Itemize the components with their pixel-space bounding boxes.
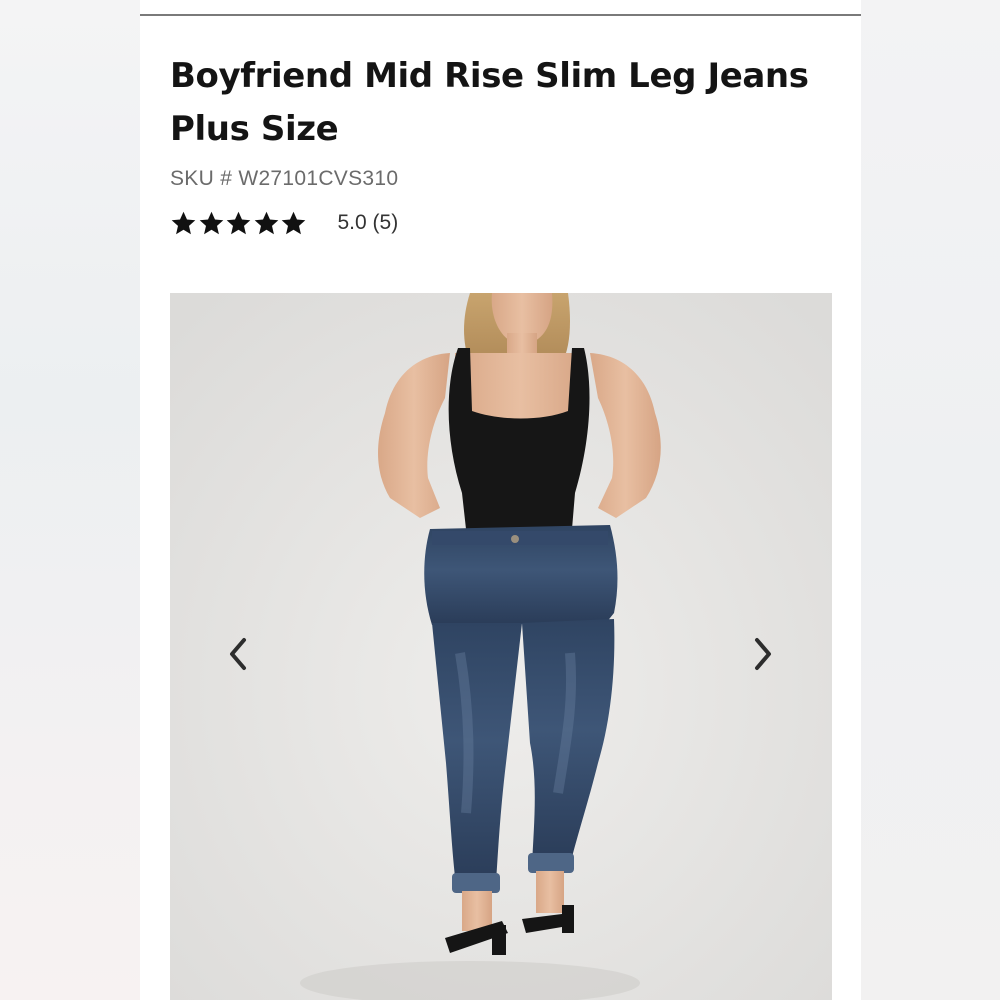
star-icon <box>225 210 252 237</box>
previous-image-button[interactable] <box>218 629 258 679</box>
product-page: Boyfriend Mid Rise Slim Leg Jeans Plus S… <box>140 0 861 1000</box>
background-left-margin <box>0 0 140 1000</box>
header-divider <box>140 14 861 16</box>
background-right-margin <box>860 0 1000 1000</box>
rating-score[interactable]: 5.0 (5) <box>338 211 399 235</box>
star-icon <box>198 210 225 237</box>
next-image-button[interactable] <box>743 629 783 679</box>
product-title: Boyfriend Mid Rise Slim Leg Jeans Plus S… <box>170 56 809 149</box>
chevron-right-icon <box>755 638 771 670</box>
rating-stars <box>170 210 308 237</box>
model-wearing-jeans-photo <box>170 293 832 1000</box>
star-icon <box>253 210 280 237</box>
product-rating[interactable]: 5.0 (5) <box>170 206 398 240</box>
chevron-left-icon <box>230 638 246 670</box>
product-image-carousel[interactable] <box>170 293 832 1000</box>
star-icon <box>280 210 307 237</box>
product-sku: SKU # W27101CVS310 <box>170 167 399 190</box>
star-icon <box>170 210 197 237</box>
